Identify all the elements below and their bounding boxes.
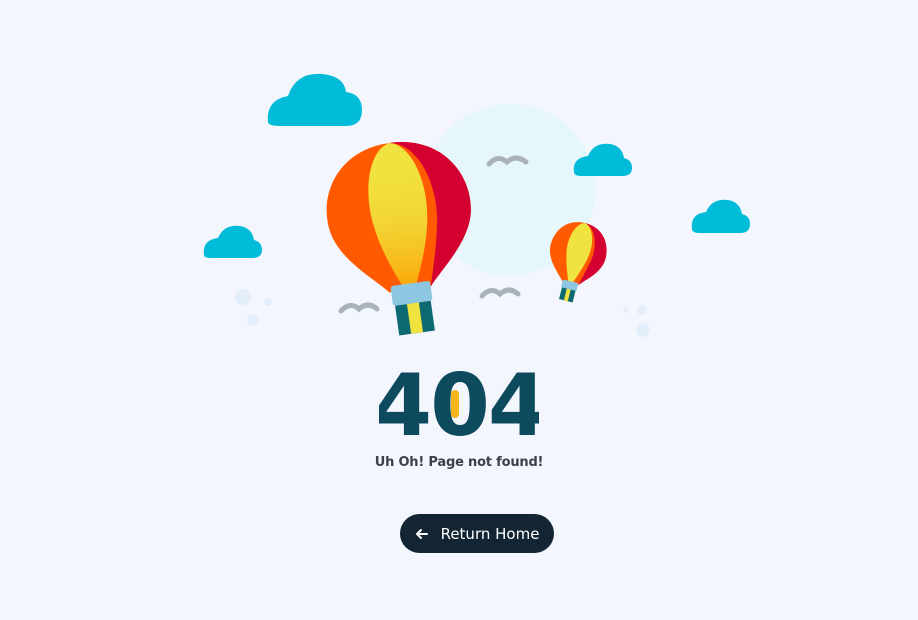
- bubble-dots: [235, 289, 650, 337]
- return-home-button[interactable]: Return Home: [400, 514, 554, 553]
- hot-air-balloon-illustration: [203, 73, 750, 337]
- error-code-heading: 404: [0, 362, 918, 452]
- zero-accent-bar: [451, 390, 459, 418]
- error-message: Uh Oh! Page not found!: [374, 455, 544, 470]
- return-home-label: Return Home: [440, 524, 540, 543]
- error-code-graphic: 404: [379, 362, 539, 442]
- cloud-icon: [203, 225, 262, 258]
- arrow-left-icon: [415, 527, 429, 541]
- cloud-icon: [691, 199, 750, 233]
- not-found-page: 404 Uh Oh! Page not found! Return Home: [0, 0, 918, 620]
- cloud-icon: [267, 73, 362, 126]
